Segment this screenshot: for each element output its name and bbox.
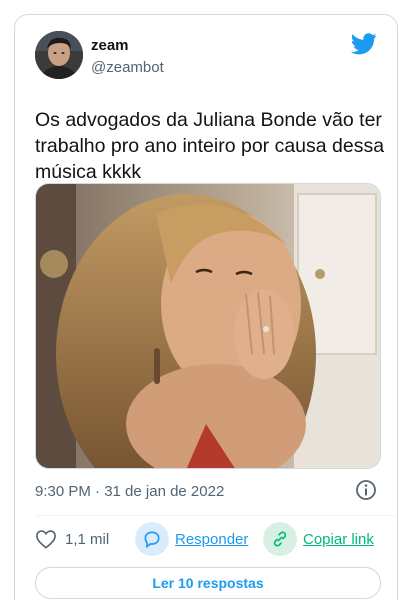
tweet-actions: 1,1 mil Responder Copiar link — [35, 521, 385, 557]
tweet-timestamp[interactable]: 9:30 PM · 31 de jan de 2022 — [35, 483, 224, 500]
author-handle[interactable]: @zeambot — [91, 59, 164, 76]
copy-link-button[interactable]: Copiar link — [263, 521, 374, 557]
like-count: 1,1 mil — [65, 530, 110, 548]
divider — [35, 515, 397, 516]
copy-link-label[interactable]: Copiar link — [303, 531, 374, 548]
twitter-bird-icon[interactable] — [350, 33, 377, 55]
link-icon — [263, 522, 297, 556]
reply-bubble-icon — [135, 522, 169, 556]
reply-label[interactable]: Responder — [175, 531, 248, 548]
avatar[interactable] — [35, 31, 83, 79]
author-name[interactable]: zeam — [91, 37, 129, 54]
read-replies-button[interactable]: Ler 10 respostas — [35, 567, 381, 599]
like-button[interactable]: 1,1 mil — [29, 521, 109, 557]
tweet-media-image[interactable] — [35, 183, 381, 469]
tweet-card: zeam @zeambot Os advogados da Juliana Bo… — [14, 14, 398, 600]
info-icon[interactable] — [355, 479, 377, 501]
tweet-text: Os advogados da Juliana Bonde vão ter tr… — [35, 109, 385, 183]
reply-button[interactable]: Responder — [135, 521, 248, 557]
heart-icon — [29, 522, 63, 556]
